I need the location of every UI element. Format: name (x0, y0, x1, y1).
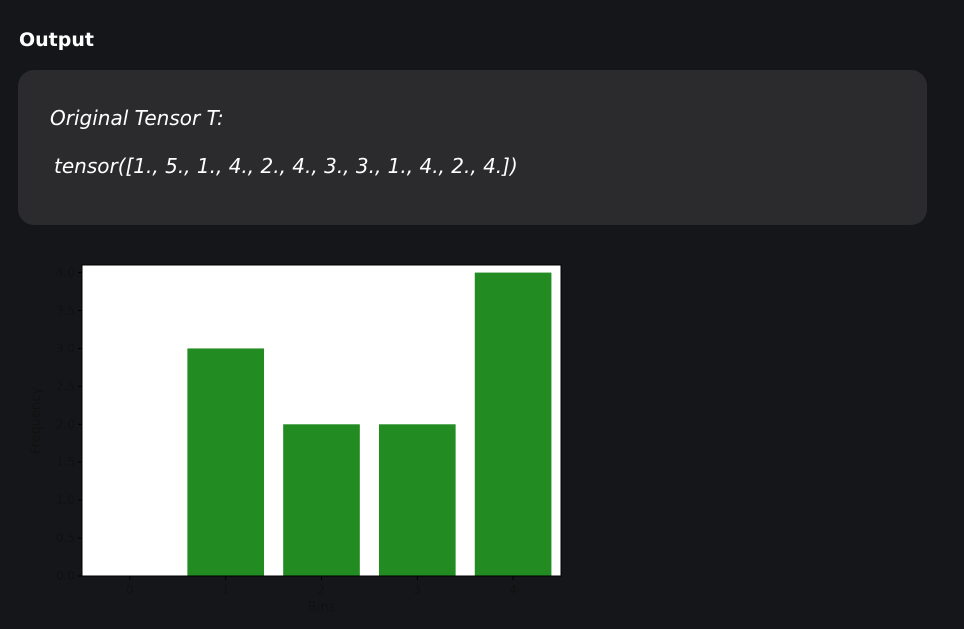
x-tick-label: 0 (126, 583, 134, 597)
histogram-chart: 0.0 0.5 1.0 1.5 2.0 2.5 3.0 3.5 4.0 0 1 2 3 4 Bins Freq… (0, 240, 580, 629)
x-axis-title: Bins (308, 600, 336, 615)
y-tick-label: 4.0 (56, 266, 75, 280)
bar-1 (187, 348, 265, 576)
y-axis-title: Frequency (29, 387, 44, 454)
y-tick-label: 3.0 (56, 341, 75, 355)
bar-2 (283, 424, 360, 576)
y-tick-label: 3.5 (56, 304, 75, 318)
x-tick-label: 1 (222, 583, 230, 597)
y-tick-label: 1.0 (56, 493, 75, 507)
x-tick-label: 3 (413, 583, 421, 597)
y-tick-label: 0.5 (56, 531, 75, 545)
y-tick-label: 2.0 (56, 417, 75, 431)
output-text-tensor-values: tensor([1., 5., 1., 4., 2., 4., 3., 3., … (54, 154, 518, 178)
output-text-original-tensor: Original Tensor T: (50, 106, 224, 130)
x-tick-label: 2 (318, 583, 326, 597)
section-title: Output (19, 29, 94, 51)
output-card: Original Tensor T: tensor([1., 5., 1., 4… (18, 70, 927, 225)
bar-4 (474, 272, 552, 576)
bar-3 (378, 424, 456, 576)
x-tick-label: 4 (509, 583, 517, 597)
y-tick-label: 2.5 (56, 379, 75, 393)
output-panel: Output Original Tensor T: tensor([1., 5.… (0, 0, 964, 629)
y-tick-label: 0.0 (56, 569, 75, 583)
chart-svg: 0.0 0.5 1.0 1.5 2.0 2.5 3.0 3.5 4.0 0 1 2 3 4 Bins Freq… (29, 264, 562, 615)
y-tick-label: 1.5 (56, 455, 75, 469)
